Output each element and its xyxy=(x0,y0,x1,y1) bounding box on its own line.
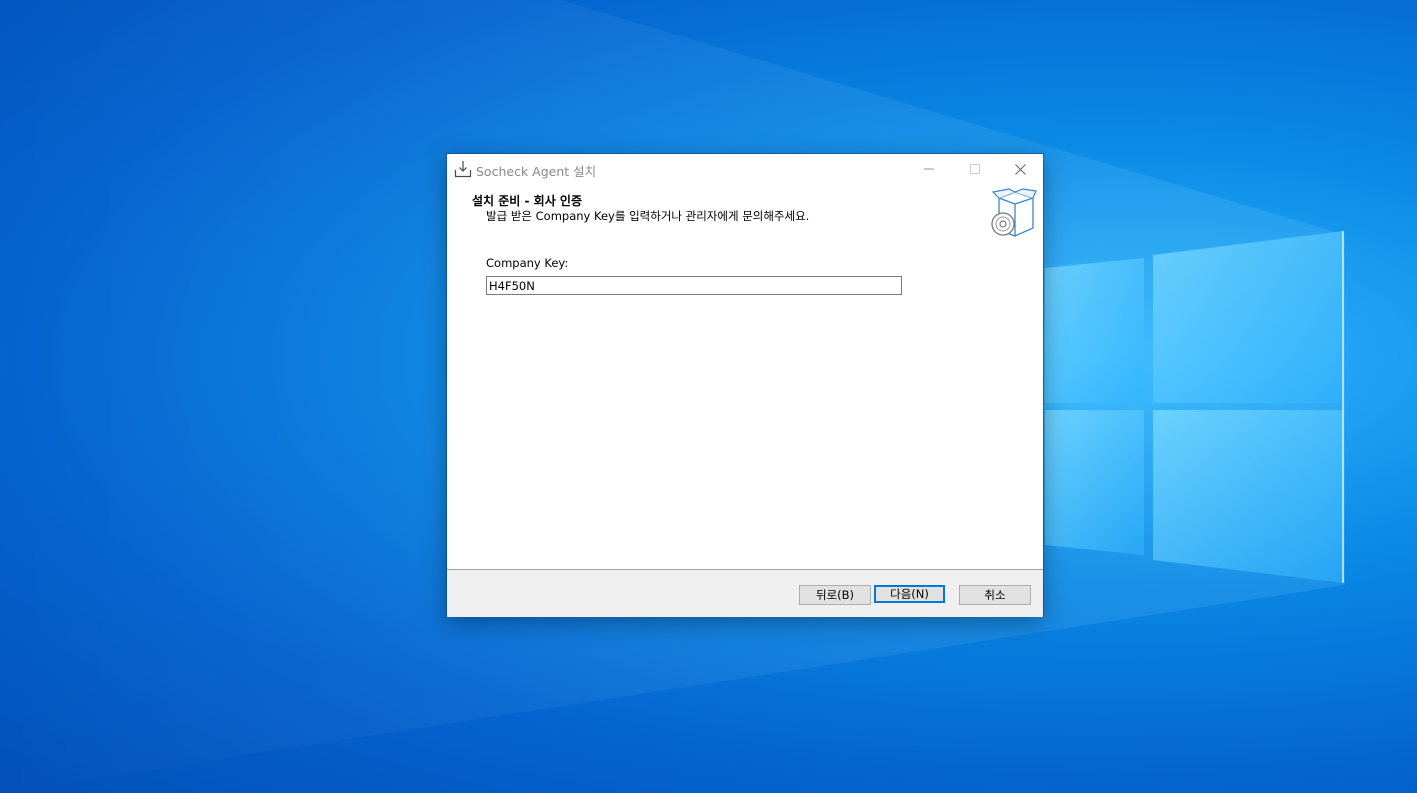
maximize-button[interactable] xyxy=(952,154,998,184)
page-title: 설치 준비 - 회사 인증 xyxy=(472,194,583,208)
software-box-cd-icon xyxy=(991,188,1037,237)
minimize-icon xyxy=(924,168,934,170)
installer-download-icon xyxy=(454,161,472,178)
minimize-button[interactable] xyxy=(906,154,952,184)
button-bar: 뒤로(B) 다음(N) 취소 xyxy=(447,569,1043,617)
desktop-background: Socheck Agent 설치 설치 준비 - 회사 인증 발급 받은 Com… xyxy=(0,0,1417,793)
maximize-icon xyxy=(970,164,980,174)
page-subtitle: 발급 받은 Company Key를 입력하거나 관리자에게 문의해주세요. xyxy=(486,209,810,223)
company-key-label: Company Key: xyxy=(486,256,569,270)
window-title: Socheck Agent 설치 xyxy=(476,164,597,179)
installer-dialog: Socheck Agent 설치 설치 준비 - 회사 인증 발급 받은 Com… xyxy=(447,154,1043,617)
title-bar[interactable]: Socheck Agent 설치 xyxy=(447,154,1043,184)
close-icon xyxy=(1014,163,1026,175)
back-button[interactable]: 뒤로(B) xyxy=(799,585,871,605)
next-button[interactable]: 다음(N) xyxy=(874,585,945,603)
company-key-input[interactable] xyxy=(486,276,902,295)
cancel-button[interactable]: 취소 xyxy=(959,585,1031,605)
close-button[interactable] xyxy=(997,154,1043,184)
